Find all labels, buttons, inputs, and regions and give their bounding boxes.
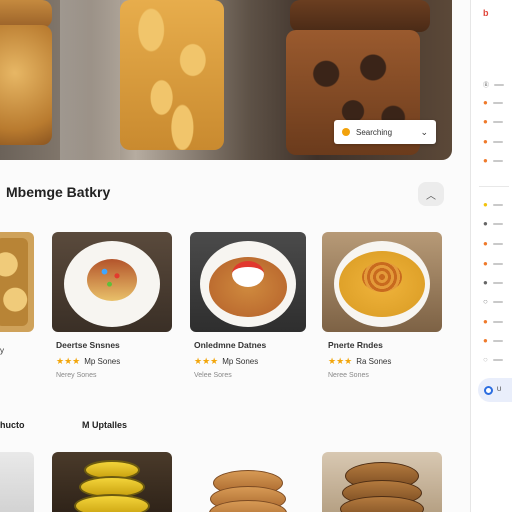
rating-text: Ra Sones <box>356 357 392 366</box>
sidebar-item[interactable]: ● <box>483 98 503 107</box>
sidebar-item[interactable]: ● <box>483 239 503 248</box>
sidebar-item-label <box>492 140 503 143</box>
sidebar-item-icon: ● <box>483 259 488 268</box>
sidebar-item[interactable]: ● <box>483 259 503 268</box>
sidebar-item-label <box>492 339 503 342</box>
product-card-meta: Deertse Snsnes ★★★ Mp Sones Nerey Sones <box>56 340 120 379</box>
sidebar-item[interactable]: ● <box>483 200 503 209</box>
star-rating: ★★★ <box>194 356 219 366</box>
sidebar-item-label <box>492 120 503 123</box>
sidebar-item-label <box>492 242 503 245</box>
hero-banner: Searching ⌄ <box>0 0 452 160</box>
section-heading: M Uptalles <box>82 420 128 430</box>
sidebar-item-label <box>494 83 505 86</box>
product-subtitle: Nerey Sones <box>56 372 97 379</box>
product-card-image[interactable] <box>190 452 306 512</box>
sidebar-action-button[interactable]: U <box>478 378 512 402</box>
bread-image <box>0 25 52 145</box>
bread-image <box>290 0 430 32</box>
star-rating: ★★★ <box>56 356 81 366</box>
star-rating: ★★★ <box>328 356 353 366</box>
product-card-image[interactable] <box>0 232 34 332</box>
sidebar-item-icon: ● <box>483 156 488 165</box>
sidebar-item-icon: ● <box>483 117 488 126</box>
product-subtitle: Velee Sores <box>194 372 232 379</box>
search-dropdown[interactable]: Searching ⌄ <box>334 120 436 144</box>
cake-image <box>87 259 137 301</box>
product-name[interactable]: Pnerte Rndes <box>328 340 391 350</box>
product-card-image[interactable] <box>322 232 442 332</box>
product-card-image[interactable] <box>322 452 442 512</box>
sidebar-item[interactable]: ● <box>483 336 503 345</box>
section-heading: hucto <box>0 420 25 430</box>
rating-text: y <box>0 346 4 355</box>
product-card-meta: y <box>0 340 4 355</box>
dropdown-label: Searching <box>356 127 393 137</box>
sidebar-item-icon: ● <box>483 278 488 287</box>
sidebar-item-label <box>492 101 503 104</box>
sidebar-item-label <box>492 159 503 162</box>
sidebar-item-icon: ○ <box>483 355 488 364</box>
sidebar-item[interactable]: ● <box>483 278 503 287</box>
product-name[interactable]: Onledmne Datnes <box>194 340 266 350</box>
sidebar-item-icon: Ⓑ <box>483 83 490 89</box>
sidebar-item[interactable]: ○ <box>483 355 503 364</box>
right-sidebar: b Ⓑ ● ● ● ● ● ● ● ● ● ○ ● ● ○ <box>470 0 512 512</box>
product-card-image[interactable] <box>52 232 172 332</box>
sidebar-item-icon: ● <box>483 200 488 209</box>
pancake-stack-image <box>74 494 150 512</box>
pastry-image <box>0 238 28 326</box>
rating-text: Mp Sones <box>84 357 121 366</box>
sidebar-item-label <box>492 222 503 225</box>
sidebar-item-icon: ● <box>483 317 488 326</box>
sidebar-item-label <box>492 320 503 323</box>
sidebar-button-label: U <box>497 387 502 393</box>
product-card-meta: Pnerte Rndes ★★★ Ra Sones Neree Sones <box>328 340 391 379</box>
radio-icon <box>484 385 493 395</box>
sidebar-item[interactable]: ● <box>483 156 503 165</box>
dessert-image <box>232 261 264 287</box>
sidebar-item-icon: ○ <box>483 297 488 306</box>
sidebar-item-icon: ● <box>483 137 488 146</box>
product-name[interactable]: Deertse Snsnes <box>56 340 120 350</box>
parchment-paper <box>60 0 120 160</box>
sidebar-item[interactable]: ● <box>483 137 503 146</box>
rating-text: Mp Sones <box>222 357 259 366</box>
product-card-image[interactable] <box>190 232 306 332</box>
location-icon <box>342 128 350 136</box>
sidebar-item-label <box>492 358 503 361</box>
sidebar-item[interactable]: ● <box>483 219 503 228</box>
sidebar-item-label <box>492 300 503 303</box>
sidebar-item[interactable]: ○ <box>483 297 503 306</box>
bread-image <box>120 0 224 150</box>
product-subtitle: Neree Sones <box>328 372 369 379</box>
main-content: Searching ⌄ Mbemge Batkry ︿ y Deertse Sn… <box>0 0 470 512</box>
product-card-image[interactable] <box>52 452 172 512</box>
logo-icon: b <box>483 8 489 18</box>
sidebar-item[interactable]: Ⓑ <box>483 80 505 89</box>
chevron-down-icon: ⌄ <box>420 126 428 137</box>
divider <box>479 186 509 187</box>
sidebar-item-label <box>492 262 503 265</box>
sidebar-item[interactable]: ● <box>483 117 503 126</box>
sidebar-item-icon: ● <box>483 336 488 345</box>
sidebar-item-label <box>492 203 503 206</box>
scroll-up-button[interactable]: ︿ <box>418 182 444 206</box>
bread-image <box>0 0 52 28</box>
sidebar-item-label <box>492 281 503 284</box>
page-title: Mbemge Batkry <box>6 184 111 200</box>
sidebar-item-icon: ● <box>483 98 488 107</box>
sidebar-item-icon: ● <box>483 239 488 248</box>
product-card-meta: Onledmne Datnes ★★★ Mp Sones Velee Sores <box>194 340 266 379</box>
chevron-up-icon: ︿ <box>426 190 436 202</box>
sidebar-item-icon: ● <box>483 219 488 228</box>
sidebar-item[interactable]: ● <box>483 317 503 326</box>
swirl-pastry-image <box>362 262 402 292</box>
product-card-image[interactable] <box>0 452 34 512</box>
